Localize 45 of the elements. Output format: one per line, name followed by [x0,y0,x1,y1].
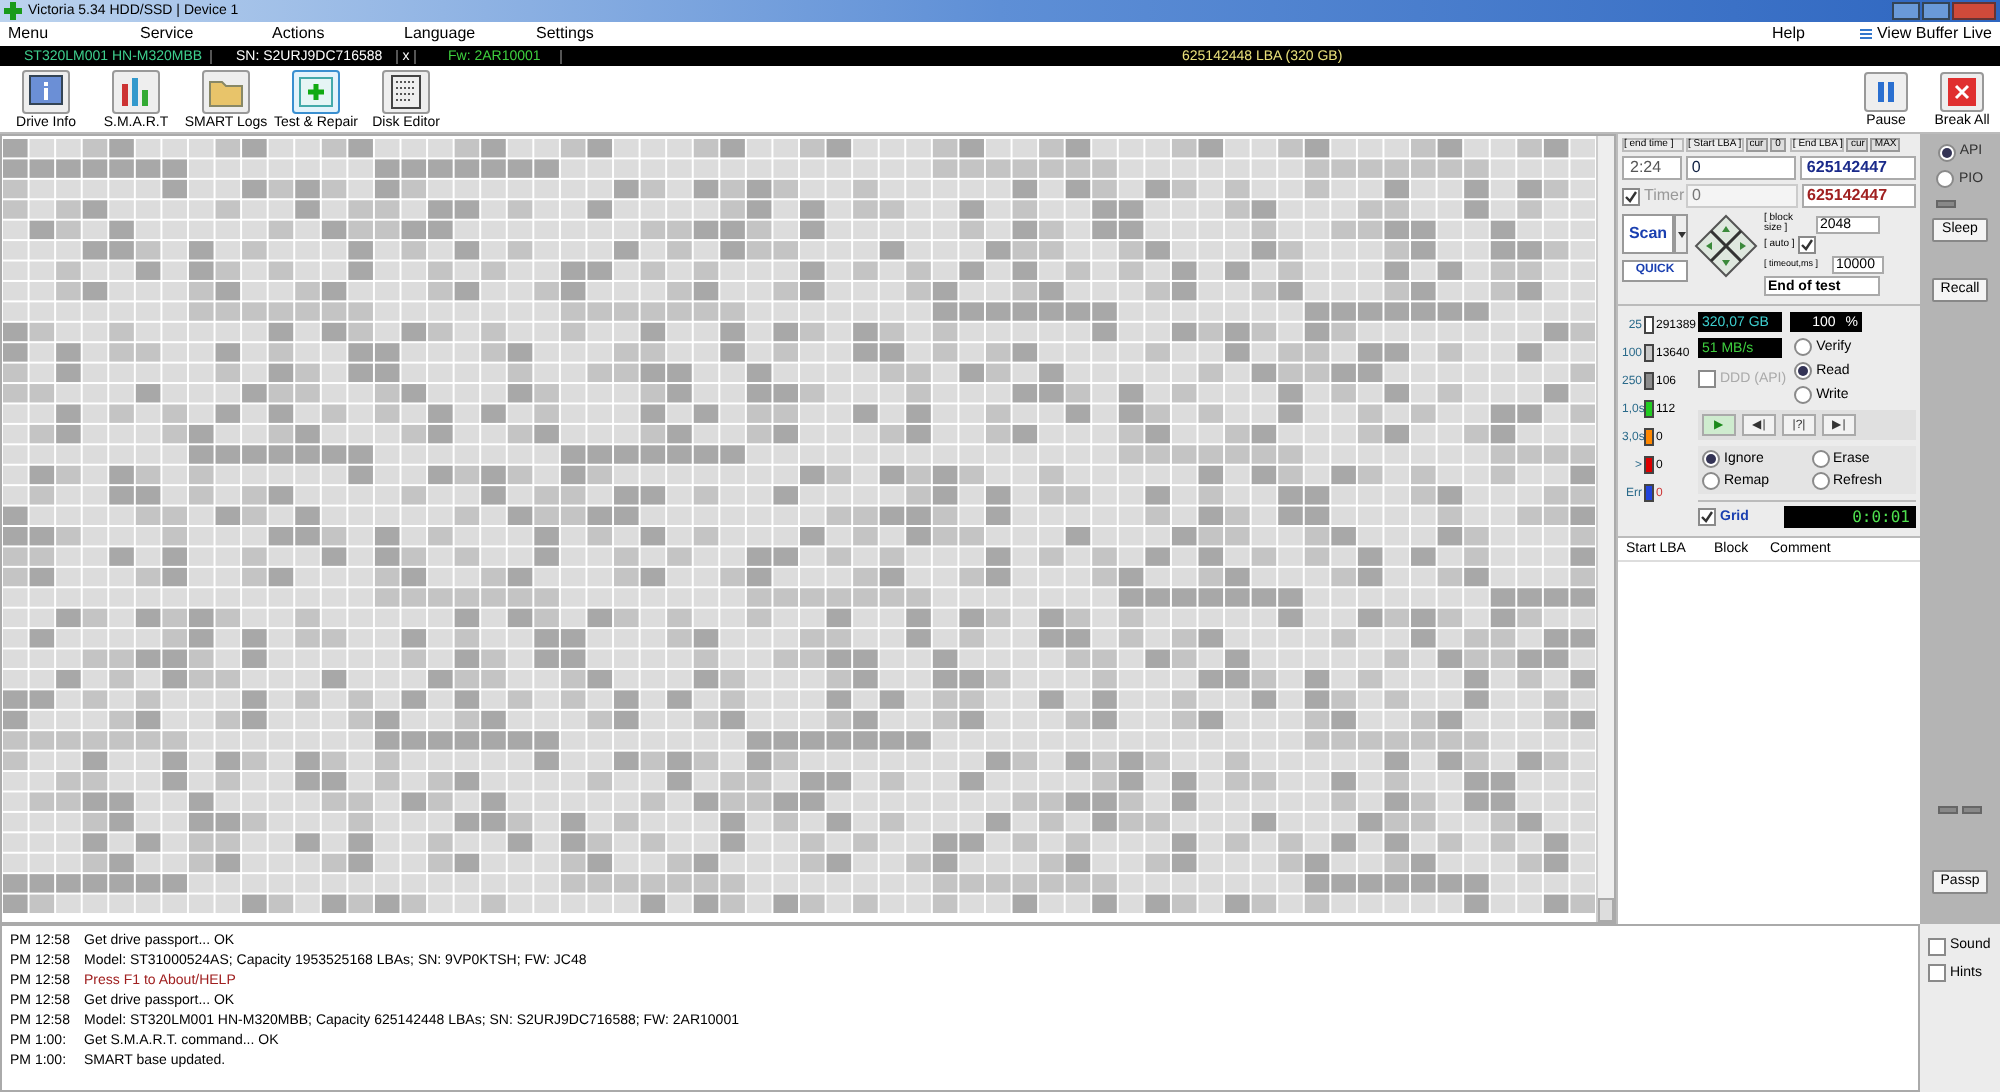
radio-button[interactable] [1811,472,1829,490]
start-lba-field[interactable]: 0 [1685,156,1797,180]
radio-button[interactable] [1794,338,1813,356]
checkbox[interactable] [1622,187,1640,205]
info-icon [26,71,66,111]
end-lba-field[interactable]: 625142447 [1800,156,1917,180]
menu-item[interactable]: View Buffer Live [1860,26,1992,42]
direction-pad-icon[interactable] [1694,214,1758,278]
scrollbar[interactable] [1596,136,1614,922]
menu-item[interactable]: Settings [528,26,660,42]
close-button[interactable] [1952,2,1996,20]
plus-icon [4,2,22,20]
current-lba-field: 625142447 [1801,184,1916,208]
checkbox[interactable] [1928,964,1946,983]
menu-item[interactable]: Language [396,26,528,42]
menu-item[interactable]: Menu [0,26,132,42]
close-icon [1948,77,1976,105]
checkbox[interactable] [1928,937,1946,956]
radio-button[interactable] [1811,450,1829,468]
radio-button[interactable] [1794,362,1813,380]
checkbox[interactable] [1698,508,1716,526]
radio-button[interactable] [1794,386,1813,404]
document-icon [386,71,426,111]
checkbox[interactable] [1698,370,1716,388]
minimize-button[interactable] [1892,2,1920,20]
caret-icon [1677,231,1685,237]
menu-item[interactable]: Service [132,26,264,42]
end-time-field[interactable]: 2:24 [1622,156,1682,180]
pause-icon [1872,77,1900,105]
scan-button[interactable]: Scan [1622,214,1674,254]
list-icon [1860,28,1873,40]
timer-label: Timer [1644,188,1685,204]
elapsed-timer: 0:0:01 [1784,506,1916,528]
indicator-icon [1936,200,1956,208]
menu-item[interactable]: Help [1772,26,1805,42]
radio-button[interactable] [1936,170,1955,189]
dropdown-button[interactable] [1674,214,1688,254]
maximize-button[interactable] [1922,2,1950,20]
plus-icon [296,71,336,111]
checkbox[interactable] [1798,236,1817,254]
radio-button[interactable] [1702,450,1720,468]
menu-item[interactable]: Actions [264,26,396,42]
radio-button[interactable] [1702,472,1720,490]
radio-button[interactable] [1937,143,1956,162]
timer-field[interactable]: 0 [1686,184,1798,208]
